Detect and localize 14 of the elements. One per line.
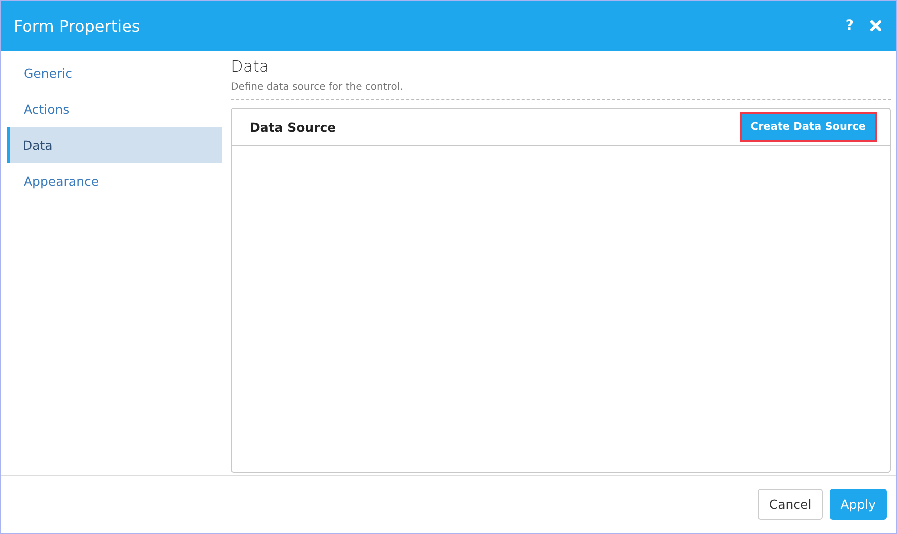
apply-button[interactable]: Apply	[830, 489, 887, 520]
sidebar-item[interactable]: Generic	[7, 55, 222, 91]
help-button[interactable]: ?	[842, 18, 858, 34]
create-data-source-button[interactable]: Create Data Source	[740, 112, 877, 142]
sidebar-item[interactable]: Appearance	[7, 163, 222, 199]
sidebar-item[interactable]: Data	[7, 127, 222, 163]
close-icon	[870, 20, 882, 32]
window-title: Form Properties	[14, 16, 142, 36]
section-description: Define data source for the control.	[231, 82, 404, 95]
close-button[interactable]	[868, 18, 884, 34]
section-title: Data	[231, 57, 270, 76]
sidebar-item[interactable]: Actions	[7, 91, 222, 127]
cancel-button[interactable]: Cancel	[758, 489, 823, 520]
panel-title: Data Source	[250, 120, 336, 134]
